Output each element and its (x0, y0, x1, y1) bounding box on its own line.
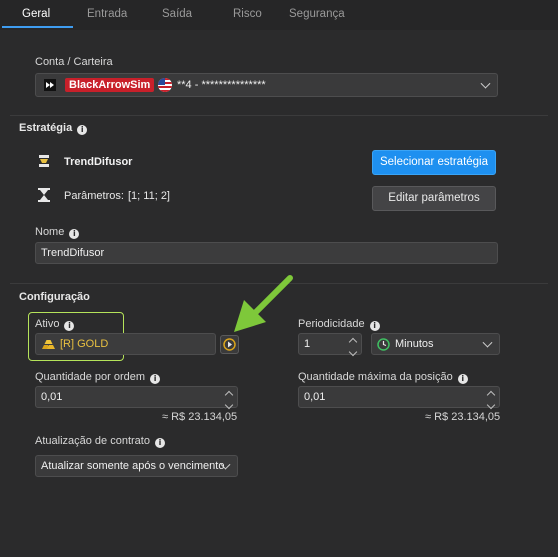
qty-label-row: Quantidade por ordem i (35, 371, 161, 384)
tab-risco[interactable]: Risco (233, 8, 262, 20)
qty-value: 0,01 (41, 391, 63, 403)
stepper-arrows-icon[interactable] (486, 389, 496, 410)
tab-entrada[interactable]: Entrada (87, 8, 127, 20)
qty-approx-value: ≈ R$ 23.134,05 (162, 411, 238, 423)
info-icon[interactable]: i (69, 229, 80, 239)
strategy-name: TrendDifusor (64, 156, 133, 168)
clock-icon (377, 338, 390, 351)
qty-stepper[interactable]: 0,01 (35, 386, 238, 410)
period-number-stepper[interactable]: 1 (298, 333, 362, 357)
account-label: Conta / Carteira (35, 56, 113, 68)
info-icon[interactable]: i (369, 321, 380, 331)
tab-bar: Geral Entrada Saída Risco Segurança (0, 0, 558, 30)
contract-label: Atualização de contrato (35, 435, 150, 447)
account-select[interactable]: BlackArrowSim **4 - *************** (35, 73, 498, 97)
broker-badge: BlackArrowSim (65, 78, 155, 92)
max-qty-value: 0,01 (304, 391, 326, 403)
period-number-value: 1 (304, 338, 311, 350)
info-icon[interactable]: i (457, 374, 468, 384)
info-icon[interactable]: i (154, 438, 165, 448)
name-label-row: Nome i (35, 226, 80, 239)
info-icon[interactable]: i (77, 125, 88, 135)
parameters-value: [1; 11; 2] (128, 190, 170, 202)
qty-label: Quantidade por ordem (35, 371, 146, 383)
divider (10, 115, 548, 116)
account-id: **4 - *************** (177, 79, 266, 91)
parameters-icon (37, 187, 51, 203)
name-label: Nome (35, 226, 65, 238)
broker-logo-icon (44, 79, 56, 91)
asset-picker-icon (223, 338, 236, 351)
gold-bars-icon (41, 338, 55, 350)
tab-saida[interactable]: Saída (162, 8, 192, 20)
asset-value: [R] GOLD (60, 338, 109, 350)
max-qty-label: Quantidade máxima da posição (298, 371, 453, 383)
info-icon[interactable]: i (64, 321, 75, 331)
chevron-down-icon (482, 337, 493, 348)
strategy-section-label: Estratégia (19, 122, 73, 134)
max-qty-label-row: Quantidade máxima da posição i (298, 371, 468, 384)
period-label-row: Periodicidade i (298, 318, 380, 331)
name-input-value: TrendDifusor (41, 247, 105, 259)
period-unit-value: Minutos (395, 338, 434, 350)
tab-geral[interactable]: Geral (22, 8, 50, 20)
tab-seguranca[interactable]: Segurança (289, 8, 345, 20)
contract-update-value: Atualizar somente após o vencimento (41, 460, 225, 472)
stepper-arrows-icon[interactable] (348, 336, 358, 357)
strategy-section-title: Estratégia i (19, 122, 88, 135)
config-section-title: Configuração (19, 291, 90, 303)
active-tab-indicator (2, 26, 73, 28)
contract-update-select[interactable]: Atualizar somente após o vencimento (35, 455, 238, 477)
max-qty-approx-value: ≈ R$ 23.134,05 (425, 411, 501, 423)
select-strategy-button[interactable]: Selecionar estratégia (372, 150, 496, 175)
asset-label: Ativo (35, 318, 60, 330)
us-flag-icon (158, 78, 172, 92)
stepper-arrows-icon[interactable] (224, 389, 234, 410)
asset-input[interactable]: [R] GOLD (35, 333, 216, 355)
parameters-label: Parâmetros: (64, 190, 124, 202)
edit-parameters-button[interactable]: Editar parâmetros (372, 186, 496, 211)
period-label: Periodicidade (298, 318, 365, 330)
info-icon[interactable]: i (150, 374, 161, 384)
contract-label-row: Atualização de contrato i (35, 435, 165, 448)
max-qty-stepper[interactable]: 0,01 (298, 386, 500, 410)
period-unit-select[interactable]: Minutos (371, 333, 500, 355)
name-input[interactable]: TrendDifusor (35, 242, 498, 264)
annotation-arrow-icon (234, 275, 293, 332)
strategy-icon (37, 154, 51, 168)
asset-label-row: Ativo i (35, 318, 75, 331)
chevron-down-icon (480, 78, 491, 89)
